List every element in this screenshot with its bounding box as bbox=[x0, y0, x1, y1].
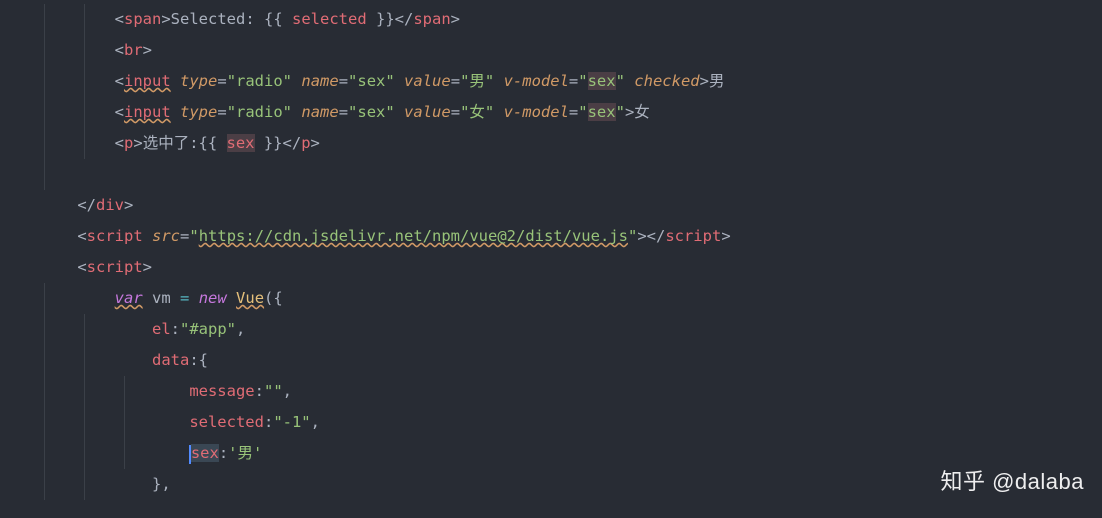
code-line: var vm = new Vue({ bbox=[0, 283, 1102, 314]
code-line: }, bbox=[0, 469, 1102, 500]
code-line: <p>选中了:{{ sex }}</p> bbox=[0, 128, 1102, 159]
code-line: data:{ bbox=[0, 345, 1102, 376]
code-line: <span>Selected: {{ selected }}</span> bbox=[0, 4, 1102, 35]
code-line: <script> bbox=[0, 252, 1102, 283]
code-line: el:"#app", bbox=[0, 314, 1102, 345]
code-line: sex:'男' bbox=[0, 438, 1102, 469]
code-line: <script src="https://cdn.jsdelivr.net/np… bbox=[0, 221, 1102, 252]
watermark: 知乎 @dalaba bbox=[940, 460, 1084, 504]
code-line: <br> bbox=[0, 35, 1102, 66]
code-line bbox=[0, 159, 1102, 190]
code-line: </div> bbox=[0, 190, 1102, 221]
code-line: selected:"-1", bbox=[0, 407, 1102, 438]
code-editor[interactable]: <span>Selected: {{ selected }}</span> <b… bbox=[0, 0, 1102, 500]
code-line: <input type="radio" name="sex" value="女"… bbox=[0, 97, 1102, 128]
code-line: <input type="radio" name="sex" value="男"… bbox=[0, 66, 1102, 97]
code-line: message:"", bbox=[0, 376, 1102, 407]
